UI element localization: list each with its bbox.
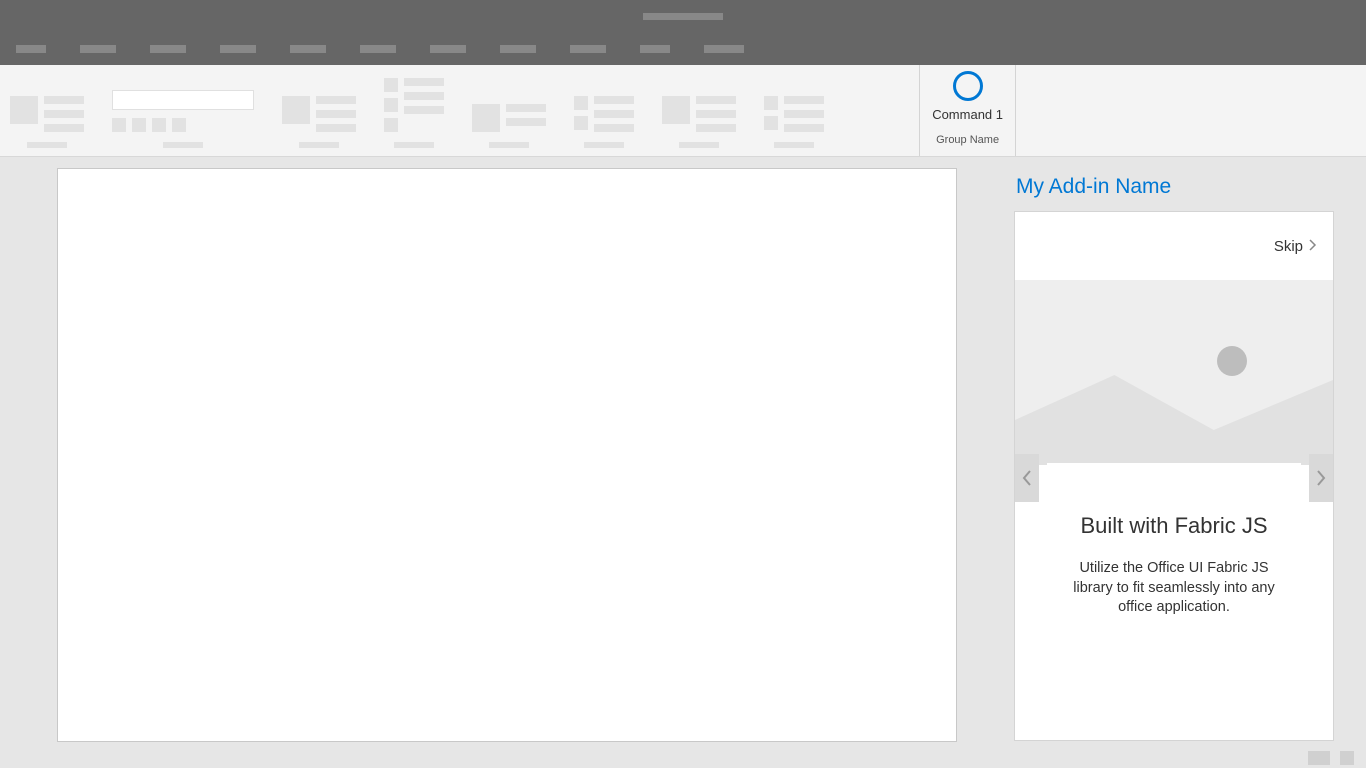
ribbon-tab[interactable] (704, 45, 744, 53)
sun-icon (1217, 346, 1247, 376)
view-mode-button[interactable] (1340, 751, 1354, 765)
ribbon-tab[interactable] (430, 45, 466, 53)
ribbon-tab[interactable] (570, 45, 606, 53)
task-pane-title: My Add-in Name (1014, 175, 1350, 199)
carousel-hero-image (1015, 280, 1333, 465)
command-label[interactable]: Command 1 (932, 107, 1003, 122)
skip-label: Skip (1274, 238, 1303, 255)
ribbon-tab[interactable] (150, 45, 186, 53)
ribbon-tab[interactable] (290, 45, 326, 53)
ribbon-tab[interactable] (640, 45, 670, 53)
status-bar (0, 747, 1366, 768)
carousel-slide-title: Built with Fabric JS (1065, 513, 1283, 539)
carousel-next-button[interactable] (1309, 454, 1333, 502)
ribbon-tab[interactable] (16, 45, 46, 53)
task-pane: My Add-in Name Skip (1014, 175, 1350, 741)
ribbon-tab[interactable] (360, 45, 396, 53)
task-pane-card: Skip Built with Fabric JS (1014, 211, 1334, 741)
ribbon-command-group: Command 1 Group Name (919, 65, 1016, 156)
ribbon-tabs (0, 33, 1366, 65)
title-bar (0, 0, 1366, 33)
ribbon-placeholder-groups (0, 65, 919, 156)
font-dropdown[interactable] (112, 90, 254, 110)
carousel-prev-button[interactable] (1015, 454, 1039, 502)
skip-button[interactable]: Skip (1274, 238, 1317, 255)
carousel-content: Built with Fabric JS Utilize the Office … (1047, 463, 1301, 740)
skip-row: Skip (1015, 212, 1333, 280)
ribbon-tab[interactable] (80, 45, 116, 53)
document-page[interactable] (57, 168, 957, 742)
ribbon: Command 1 Group Name (0, 65, 1366, 157)
document-workspace: My Add-in Name Skip (0, 157, 1366, 747)
command-circle-icon[interactable] (953, 71, 983, 101)
chevron-right-icon (1309, 238, 1317, 254)
ribbon-group-label: Group Name (936, 134, 999, 146)
ribbon-tab[interactable] (220, 45, 256, 53)
view-mode-button[interactable] (1308, 751, 1330, 765)
ribbon-tab[interactable] (500, 45, 536, 53)
app-title-placeholder (643, 13, 723, 20)
carousel-slide-description: Utilize the Office UI Fabric JS library … (1065, 559, 1283, 618)
